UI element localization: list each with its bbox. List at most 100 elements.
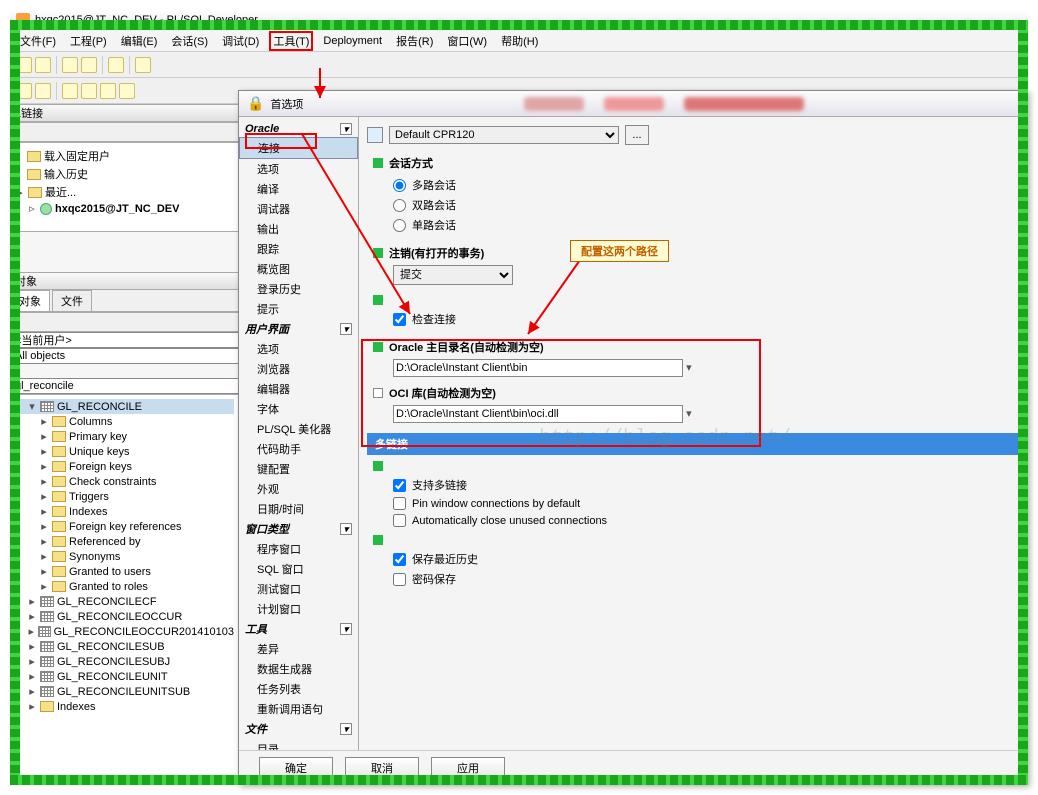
oracle-home-input[interactable]: [393, 359, 683, 377]
tree-item[interactable]: ▸Columns: [15, 414, 234, 429]
all-objects-input[interactable]: [10, 348, 239, 364]
tree-recent[interactable]: 最近...: [45, 184, 76, 200]
logout-select[interactable]: 提交: [393, 265, 513, 285]
menu-file[interactable]: 文件(F): [16, 31, 60, 51]
tree-item[interactable]: ▸Foreign key references: [15, 519, 234, 534]
save-pwd[interactable]: 密码保存: [393, 569, 1019, 589]
tree-item[interactable]: ▸Granted to roles: [15, 579, 234, 594]
filter-icon[interactable]: [33, 315, 47, 329]
nav-item[interactable]: 数据生成器: [239, 659, 358, 679]
tb-saveall-icon[interactable]: [81, 57, 97, 73]
tree-item[interactable]: ▸Foreign keys: [15, 459, 234, 474]
nav-item[interactable]: 日期/时间: [239, 499, 358, 519]
nav-item[interactable]: 字体: [239, 399, 358, 419]
nav-item[interactable]: 测试窗口: [239, 579, 358, 599]
radio-multi[interactable]: 多路会话: [393, 175, 1019, 195]
tree-item[interactable]: ▸Primary key: [15, 429, 234, 444]
tree-item[interactable]: ▸Indexes: [15, 699, 234, 714]
nav-item[interactable]: 跟踪: [239, 239, 358, 259]
tb-undo-icon[interactable]: [135, 57, 151, 73]
nav-item[interactable]: 重新调用语句: [239, 699, 358, 719]
tree-item[interactable]: ▸GL_RECONCILEUNIT: [15, 669, 234, 684]
tree-item[interactable]: ▸GL_RECONCILESUB: [15, 639, 234, 654]
tree-item[interactable]: ▸Unique keys: [15, 444, 234, 459]
nav-item[interactable]: 连接: [239, 137, 358, 159]
links-add-icon[interactable]: [15, 125, 29, 139]
tree-db-conn[interactable]: hxqc2015@JT_NC_DEV: [55, 203, 179, 215]
nav-item[interactable]: 输出: [239, 219, 358, 239]
nav-item[interactable]: 提示: [239, 299, 358, 319]
menu-tools[interactable]: 工具(T): [269, 31, 313, 51]
nav-item[interactable]: 概览图: [239, 259, 358, 279]
nav-item[interactable]: 编辑器: [239, 379, 358, 399]
nav-item[interactable]: 计划窗口: [239, 599, 358, 619]
objects-tree[interactable]: ▾GL_RECONCILE▸Columns▸Primary key▸Unique…: [10, 394, 239, 779]
tb-db1-icon[interactable]: [62, 83, 78, 99]
tab-files[interactable]: 文件: [52, 290, 92, 311]
ok-button[interactable]: 确定: [259, 757, 333, 779]
save-recent[interactable]: 保存最近历史: [393, 549, 1019, 569]
table-root-input[interactable]: [10, 378, 239, 394]
check-conn[interactable]: 检查连接: [393, 309, 1019, 329]
menu-edit[interactable]: 编辑(E): [117, 31, 162, 51]
links-tree[interactable]: 载入固定用户 输入历史 ▸最近... ▹hxqc2015@JT_NC_DEV: [10, 142, 239, 232]
nav-item[interactable]: 选项: [239, 339, 358, 359]
tree-item[interactable]: ▾GL_RECONCILE: [15, 399, 234, 414]
radio-single[interactable]: 单路会话: [393, 215, 1019, 235]
links-del-icon[interactable]: [33, 125, 47, 139]
nav-item[interactable]: 差异: [239, 639, 358, 659]
tb-db2-icon[interactable]: [81, 83, 97, 99]
menu-project[interactable]: 工程(P): [66, 31, 111, 51]
nav-item[interactable]: 代码助手: [239, 439, 358, 459]
menu-deploy[interactable]: Deployment: [319, 33, 386, 49]
tb-open-icon[interactable]: [35, 57, 51, 73]
tree-item[interactable]: ▸Triggers: [15, 489, 234, 504]
tree-item[interactable]: ▸Synonyms: [15, 549, 234, 564]
nav-item[interactable]: 键配置: [239, 459, 358, 479]
nav-item[interactable]: 登录历史: [239, 279, 358, 299]
pin-default[interactable]: Pin window connections by default: [393, 495, 1019, 512]
nav-item[interactable]: 选项: [239, 159, 358, 179]
tb-lock-icon[interactable]: [35, 83, 51, 99]
nav-group[interactable]: 窗口类型▾: [239, 519, 358, 539]
tab-objects[interactable]: 对象: [10, 290, 50, 311]
nav-item[interactable]: 程序窗口: [239, 539, 358, 559]
nav-item[interactable]: 任务列表: [239, 679, 358, 699]
cancel-button[interactable]: 取消: [345, 757, 419, 779]
refresh-icon[interactable]: [15, 315, 29, 329]
tree-item[interactable]: ▸Granted to users: [15, 564, 234, 579]
tree-item[interactable]: ▸GL_RECONCILEOCCUR: [15, 609, 234, 624]
nav-item[interactable]: SQL 窗口: [239, 559, 358, 579]
nav-item[interactable]: 目录: [239, 739, 358, 750]
tb-sql-icon[interactable]: [119, 83, 135, 99]
nav-group[interactable]: 工具▾: [239, 619, 358, 639]
tree-item[interactable]: ▸Referenced by: [15, 534, 234, 549]
default-config-select[interactable]: Default CPR120: [389, 126, 619, 144]
auto-close[interactable]: Automatically close unused connections: [393, 512, 1019, 529]
menu-window[interactable]: 窗口(W): [443, 31, 491, 51]
tb-print-icon[interactable]: [108, 57, 124, 73]
tb-key-icon[interactable]: [16, 83, 32, 99]
tb-save-icon[interactable]: [62, 57, 78, 73]
nav-item[interactable]: 调试器: [239, 199, 358, 219]
dialog-nav[interactable]: Oracle▾连接选项编译调试器输出跟踪概览图登录历史提示用户界面▾选项浏览器编…: [239, 117, 359, 750]
nav-item[interactable]: 外观: [239, 479, 358, 499]
menu-help[interactable]: 帮助(H): [497, 31, 542, 51]
tree-item[interactable]: ▸GL_RECONCILEOCCUR201410103: [15, 624, 234, 639]
nav-group[interactable]: Oracle▾: [239, 121, 358, 137]
support-multi[interactable]: 支持多链接: [393, 475, 1019, 495]
tb-new-icon[interactable]: [16, 57, 32, 73]
tree-item[interactable]: ▸GL_RECONCILEUNITSUB: [15, 684, 234, 699]
nav-item[interactable]: PL/SQL 美化器: [239, 419, 358, 439]
nav-group[interactable]: 文件▾: [239, 719, 358, 739]
tree-item[interactable]: ▸Indexes: [15, 504, 234, 519]
apply-button[interactable]: 应用: [431, 757, 505, 779]
tree-fixed-users[interactable]: 载入固定用户: [44, 148, 110, 164]
menu-report[interactable]: 报告(R): [392, 31, 437, 51]
nav-item[interactable]: 编译: [239, 179, 358, 199]
tb-db3-icon[interactable]: [100, 83, 116, 99]
nav-group[interactable]: 用户界面▾: [239, 319, 358, 339]
tree-input-history[interactable]: 输入历史: [44, 166, 88, 182]
tree-item[interactable]: ▸Check constraints: [15, 474, 234, 489]
tree-item[interactable]: ▸GL_RECONCILECF: [15, 594, 234, 609]
